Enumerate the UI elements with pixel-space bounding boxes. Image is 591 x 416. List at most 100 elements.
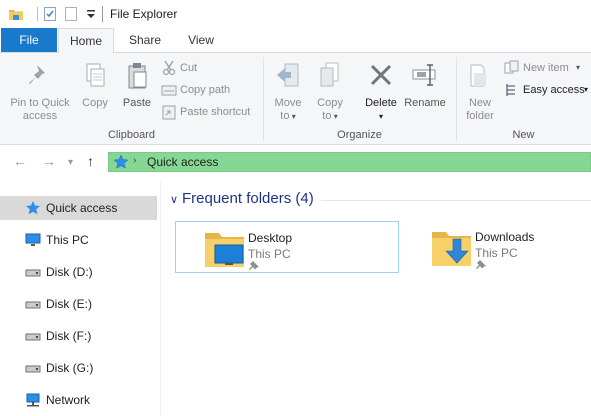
- copy-label: Copy: [82, 97, 108, 109]
- delete-button[interactable]: Delete ▾: [360, 61, 402, 123]
- nav-item-network[interactable]: Network: [0, 388, 157, 412]
- rename-icon: [412, 64, 436, 86]
- nav-item-label: This PC: [46, 233, 89, 247]
- paste-shortcut-label: Paste shortcut: [180, 106, 251, 118]
- nav-item-disk-e[interactable]: Disk (E:): [0, 292, 157, 316]
- move-to-label-line1: Move: [274, 97, 302, 109]
- address-location[interactable]: Quick access: [147, 155, 218, 169]
- properties-icon[interactable]: [42, 6, 58, 22]
- nav-item-label: Disk (F:): [46, 329, 92, 343]
- nav-item-label: Quick access: [46, 201, 118, 215]
- collapse-chevron-icon[interactable]: ∨: [170, 193, 178, 206]
- tab-file[interactable]: File: [1, 28, 57, 53]
- move-to-button[interactable]: Move to ▾: [270, 61, 306, 123]
- window-title: File Explorer: [110, 7, 178, 21]
- new-group-label: New: [512, 129, 535, 141]
- delete-x-icon: [370, 64, 392, 86]
- group-title[interactable]: Frequent folders (4): [182, 190, 314, 207]
- clipboard-group-label: Clipboard: [107, 129, 156, 141]
- copy-icon: [86, 63, 105, 87]
- scissors-icon: [162, 60, 176, 76]
- nav-item-quick-access[interactable]: Quick access: [0, 196, 157, 220]
- organize-group-label: Organize: [337, 129, 382, 141]
- nav-item-label: Disk (E:): [46, 297, 92, 311]
- folder-tile-downloads[interactable]: Downloads This PC: [403, 221, 591, 273]
- drive-icon: [25, 365, 41, 373]
- rename-button[interactable]: Rename: [403, 61, 447, 110]
- pin-icon: [29, 65, 45, 84]
- ribbon-tabs: File Home Share View: [0, 28, 591, 53]
- title-bar: File Explorer: [0, 0, 591, 28]
- rename-label: Rename: [404, 97, 446, 109]
- new-folder-label-line2: folder: [466, 110, 494, 122]
- nav-item-disk-f[interactable]: Disk (F:): [0, 324, 157, 348]
- folder-name: Downloads: [475, 230, 535, 244]
- folder-tile-desktop[interactable]: Desktop This PC: [175, 221, 399, 273]
- content-pane: ∨ Frequent folders (4) Desktop This PC D…: [163, 180, 591, 416]
- tab-share[interactable]: Share: [118, 28, 172, 53]
- copy-path-label: Copy path: [180, 84, 231, 96]
- copy-to-icon: [320, 62, 339, 87]
- title-separator: [102, 6, 103, 22]
- pane-divider[interactable]: [160, 180, 161, 416]
- new-item-label: New item: [523, 62, 569, 74]
- ribbon: Pin to Quick access Copy Paste Cut Copy: [0, 52, 591, 145]
- group-divider-line: [321, 200, 591, 201]
- pin-icon: [249, 261, 259, 270]
- folder-name: Desktop: [248, 231, 293, 245]
- up-arrow-icon[interactable]: ↑: [87, 153, 94, 169]
- pin-label-line2: access: [22, 110, 58, 122]
- new-folder-label-line1: New: [468, 97, 491, 109]
- back-arrow-icon[interactable]: ←: [13, 153, 27, 169]
- chevron-down-icon: ▾: [576, 63, 581, 72]
- desktop-folder-icon: [205, 233, 244, 267]
- drive-icon: [25, 269, 41, 277]
- easy-access-label: Easy access: [523, 84, 585, 96]
- forward-arrow-icon[interactable]: →: [42, 153, 56, 169]
- nav-item-label: Network: [46, 393, 91, 407]
- copy-to-label-line1: Copy: [317, 97, 343, 109]
- network-icon: [26, 393, 40, 407]
- nav-item-disk-g[interactable]: Disk (G:): [0, 356, 157, 380]
- chevron-down-icon: ▾: [584, 85, 589, 94]
- delete-label: Delete: [365, 97, 397, 109]
- tab-view[interactable]: View: [176, 28, 226, 53]
- recent-locations-chevron-icon[interactable]: ▾: [68, 155, 73, 171]
- new-folder-icon[interactable]: [63, 6, 79, 22]
- monitor-icon: [25, 233, 41, 246]
- pin-icon: [476, 260, 486, 269]
- star-icon: [113, 154, 129, 169]
- new-item-icon: [504, 60, 519, 74]
- nav-item-disk-d[interactable]: Disk (D:): [0, 260, 157, 284]
- chevron-down-icon: ▾: [331, 112, 338, 121]
- drive-icon: [25, 301, 41, 309]
- folder-icon[interactable]: [8, 6, 24, 22]
- nav-item-label: Disk (D:): [46, 265, 93, 279]
- copy-button[interactable]: Copy: [78, 61, 112, 110]
- new-folder-icon: [470, 64, 486, 87]
- paste-icon: [128, 63, 147, 89]
- new-folder-button[interactable]: New folder: [460, 61, 500, 123]
- copy-to-button[interactable]: Copy to ▾: [312, 61, 348, 123]
- downloads-folder-icon: [432, 232, 471, 266]
- pin-label-line1: Pin to Quick: [10, 97, 70, 109]
- paste-label: Paste: [122, 97, 152, 109]
- breadcrumb-chevron-icon[interactable]: ›: [133, 155, 136, 166]
- copy-path-icon: [161, 85, 177, 96]
- customize-dropdown-icon[interactable]: [83, 6, 99, 22]
- chevron-down-icon: ▾: [289, 112, 296, 121]
- folder-location: This PC: [248, 247, 291, 261]
- easy-access-icon: [506, 84, 515, 96]
- pin-to-quick-access-button[interactable]: Pin to Quick access: [4, 61, 76, 123]
- nav-item-this-pc[interactable]: This PC: [0, 228, 157, 252]
- paste-shortcut-icon: [162, 105, 176, 120]
- tab-home[interactable]: Home: [58, 28, 114, 53]
- address-bar[interactable]: › Quick access: [108, 152, 591, 172]
- navigation-pane: Quick access This PC Disk (D:) Disk (E:)…: [0, 180, 162, 416]
- folder-location: This PC: [475, 246, 518, 260]
- paste-button[interactable]: Paste: [118, 61, 156, 110]
- drive-icon: [25, 333, 41, 341]
- chevron-down-icon: ▾: [378, 112, 383, 121]
- nav-item-label: Disk (G:): [46, 361, 94, 375]
- cut-label: Cut: [180, 62, 198, 74]
